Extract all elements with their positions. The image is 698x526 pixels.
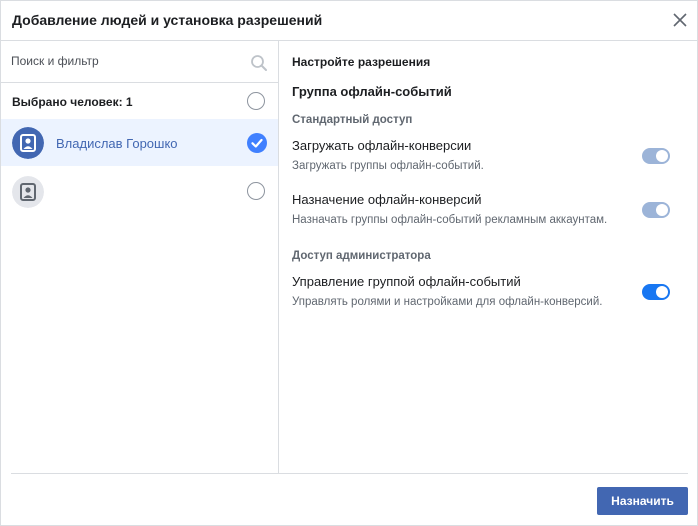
permission-name: Управление группой офлайн-событий: [292, 274, 521, 289]
permissions-dialog: Добавление людей и установка разрешений …: [0, 0, 698, 526]
selected-count-row: Выбрано человек: 1: [1, 82, 278, 119]
permission-name: Загружать офлайн-конверсии: [292, 138, 472, 153]
permissions-title: Настройте разрешения: [292, 55, 431, 69]
select-all-checkbox[interactable]: [247, 92, 265, 110]
search-bar: [1, 41, 278, 83]
close-icon[interactable]: [673, 13, 687, 27]
selected-count-label: Выбрано человек: 1: [12, 95, 133, 109]
permission-toggle[interactable]: [642, 202, 670, 218]
asset-group-name: Группа офлайн-событий: [292, 84, 452, 99]
person-selected-checkbox[interactable]: [247, 133, 267, 153]
section-title: Доступ администратора: [292, 250, 431, 262]
user-avatar-icon: [12, 127, 44, 159]
search-icon[interactable]: [250, 54, 268, 72]
people-panel: Выбрано человек: 1 Владислав Горошко: [1, 41, 279, 473]
person-checkbox[interactable]: [247, 182, 265, 200]
user-avatar-icon: [12, 176, 44, 208]
dialog-title: Добавление людей и установка разрешений: [12, 12, 323, 28]
permission-toggle[interactable]: [642, 148, 670, 164]
person-row[interactable]: [1, 168, 278, 215]
dialog-header: Добавление людей и установка разрешений: [1, 1, 698, 41]
permission-description: Управлять ролями и настройками для офлай…: [292, 296, 603, 308]
person-row[interactable]: Владислав Горошко: [1, 119, 278, 166]
section-title: Стандартный доступ: [292, 114, 413, 126]
footer-divider: [11, 473, 688, 474]
search-input[interactable]: [11, 51, 241, 71]
assign-button[interactable]: Назначить: [597, 487, 688, 515]
permission-name: Назначение офлайн-конверсий: [292, 192, 482, 207]
permission-toggle[interactable]: [642, 284, 670, 300]
person-name: Владислав Горошко: [56, 136, 178, 151]
check-icon: [251, 138, 263, 148]
permission-description: Загружать группы офлайн-событий.: [292, 160, 484, 172]
permission-description: Назначать группы офлайн-событий рекламны…: [292, 214, 608, 226]
